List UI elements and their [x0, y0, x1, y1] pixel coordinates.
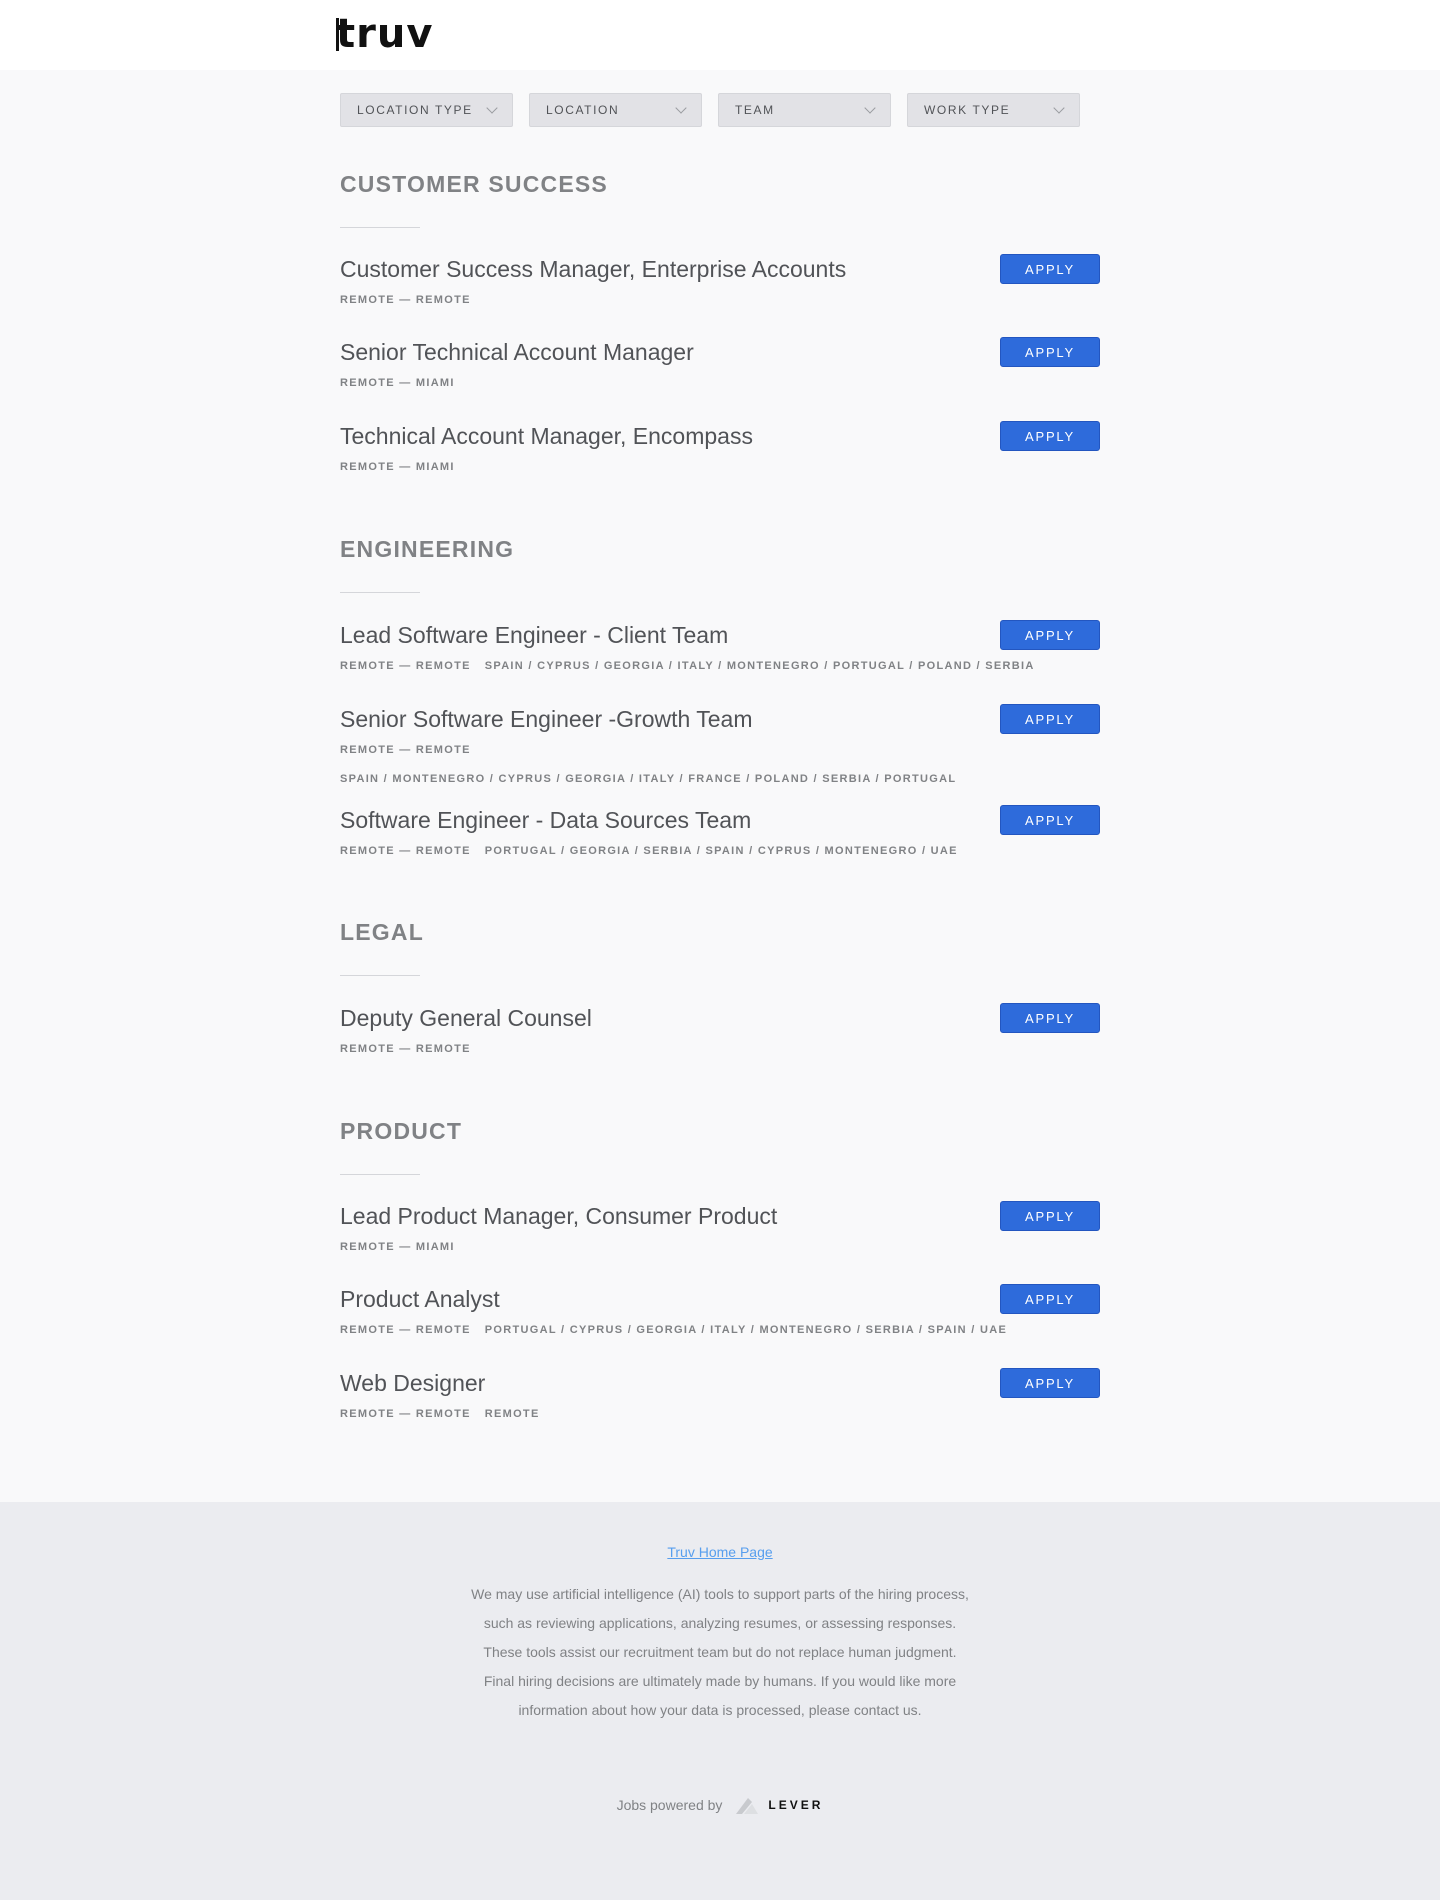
apply-button[interactable]: APPLY: [1000, 337, 1100, 367]
apply-button[interactable]: APPLY: [1000, 1003, 1100, 1033]
posting-group-product: PRODUCT: [340, 1116, 1100, 1175]
chevron-down-icon: [1053, 102, 1065, 114]
filter-location-type[interactable]: LOCATION TYPE: [340, 93, 513, 127]
posting-title[interactable]: Software Engineer - Data Sources Team: [340, 805, 1100, 835]
group-title: CUSTOMER SUCCESS: [340, 171, 608, 197]
posting-title[interactable]: Web Designer: [340, 1368, 1100, 1398]
home-page-link-text[interactable]: Truv Home Page: [667, 1544, 772, 1560]
posting-commitment: REMOTE — REMOTE: [340, 1408, 471, 1420]
posting-commitment: REMOTE — MIAMI: [340, 377, 455, 389]
posting: Technical Account Manager, Encompass REM…: [340, 421, 1100, 473]
divider: [340, 1174, 420, 1175]
posting-commitment: REMOTE — REMOTE: [340, 1324, 471, 1336]
apply-button[interactable]: APPLY: [1000, 805, 1100, 835]
posting-meta: REMOTE — REMOTE: [340, 1043, 471, 1055]
apply-button[interactable]: APPLY: [1000, 704, 1100, 734]
posting-commitment: REMOTE — MIAMI: [340, 1241, 455, 1253]
posting-meta: REMOTE — REMOTE REMOTE: [340, 1408, 540, 1420]
divider: [340, 227, 420, 228]
posting: Customer Success Manager, Enterprise Acc…: [340, 254, 1100, 306]
lever-logo-icon: [734, 1794, 760, 1816]
chevron-down-icon: [675, 102, 687, 114]
posting-group-customer-success: CUSTOMER SUCCESS: [340, 169, 1100, 228]
apply-button[interactable]: APPLY: [1000, 421, 1100, 451]
filter-label: TEAM: [735, 103, 775, 117]
posting-title[interactable]: Lead Product Manager, Consumer Product: [340, 1201, 1100, 1231]
home-page-link: Truv Home Page: [0, 1544, 1440, 1560]
posting-meta: REMOTE — MIAMI: [340, 377, 455, 389]
posting-meta: SPAIN / MONTENEGRO / CYPRUS / GEORGIA / …: [340, 773, 956, 785]
posting-commitment: REMOTE — REMOTE: [340, 744, 471, 756]
posting-meta: REMOTE — MIAMI: [340, 461, 455, 473]
apply-button[interactable]: APPLY: [1000, 1368, 1100, 1398]
posting-title[interactable]: Lead Software Engineer - Client Team: [340, 620, 1100, 650]
posting-commitment: REMOTE — REMOTE: [340, 294, 471, 306]
posting-meta: REMOTE — REMOTE: [340, 744, 471, 756]
posting: Lead Product Manager, Consumer Product R…: [340, 1201, 1100, 1253]
posting-group-legal: LEGAL: [340, 917, 1100, 976]
apply-button[interactable]: APPLY: [1000, 254, 1100, 284]
posting: Senior Technical Account Manager REMOTE …: [340, 337, 1100, 389]
posting-title[interactable]: Senior Technical Account Manager: [340, 337, 1100, 367]
posting-locations: PORTUGAL / CYPRUS / GEORGIA / ITALY / MO…: [484, 1324, 1008, 1336]
posting-title[interactable]: Product Analyst: [340, 1284, 1100, 1314]
group-title: ENGINEERING: [340, 536, 515, 562]
lever-wordmark: LEVER: [768, 1798, 824, 1812]
posting-group-engineering: ENGINEERING: [340, 534, 1100, 593]
apply-button[interactable]: APPLY: [1000, 1284, 1100, 1314]
filter-work-type[interactable]: WORK TYPE: [907, 93, 1080, 127]
site-footer: Truv Home Page We may use artificial int…: [0, 1502, 1440, 1900]
powered-by[interactable]: Jobs powered by LEVER: [0, 1794, 1440, 1816]
filter-label: WORK TYPE: [924, 103, 1011, 117]
posting-title[interactable]: Technical Account Manager, Encompass: [340, 421, 1100, 451]
posting-meta: REMOTE — REMOTE PORTUGAL / GEORGIA / SERB…: [340, 845, 958, 857]
group-title: LEGAL: [340, 919, 424, 945]
apply-button[interactable]: APPLY: [1000, 1201, 1100, 1231]
posting-locations: SPAIN / MONTENEGRO / CYPRUS / GEORGIA / …: [340, 773, 957, 785]
filter-location[interactable]: LOCATION: [529, 93, 702, 127]
posting: Web Designer REMOTE — REMOTE REMOTE APPLY: [340, 1368, 1100, 1420]
posting-commitment: REMOTE — MIAMI: [340, 461, 455, 473]
chevron-down-icon: [864, 102, 876, 114]
apply-button[interactable]: APPLY: [1000, 620, 1100, 650]
posting: Senior Software Engineer -Growth Team RE…: [340, 704, 1100, 785]
divider: [340, 975, 420, 976]
posting-meta: REMOTE — MIAMI: [340, 1241, 455, 1253]
filter-label: LOCATION: [546, 103, 620, 117]
posting-meta: REMOTE — REMOTE SPAIN / CYPRUS / GEORGIA …: [340, 660, 1035, 672]
posting: Software Engineer - Data Sources Team RE…: [340, 805, 1100, 857]
posting-title[interactable]: Customer Success Manager, Enterprise Acc…: [340, 254, 1100, 284]
posting: Lead Software Engineer - Client Team REM…: [340, 620, 1100, 672]
posting-title[interactable]: Deputy General Counsel: [340, 1003, 1100, 1033]
ai-disclaimer: We may use artificial intelligence (AI) …: [471, 1586, 969, 1718]
posting-commitment: REMOTE — REMOTE: [340, 845, 471, 857]
group-title: PRODUCT: [340, 1118, 463, 1144]
posting-title[interactable]: Senior Software Engineer -Growth Team: [340, 704, 1100, 734]
filter-team[interactable]: TEAM: [718, 93, 891, 127]
filter-bar: LOCATION TYPE LOCATION TEAM WORK TYPE: [340, 93, 1080, 127]
filter-label: LOCATION TYPE: [357, 103, 473, 117]
site-header: truv: [0, 0, 1440, 70]
posting-meta: REMOTE — REMOTE: [340, 294, 471, 306]
posting-locations: PORTUGAL / GEORGIA / SERBIA / SPAIN / CY…: [484, 845, 958, 857]
chevron-down-icon: [486, 102, 498, 114]
posting-commitment: REMOTE — REMOTE: [340, 1043, 471, 1055]
divider: [340, 592, 420, 593]
posting-locations: SPAIN / CYPRUS / GEORGIA / ITALY / MONTE…: [484, 660, 1035, 672]
company-logo[interactable]: truv: [336, 10, 433, 58]
posting-locations: REMOTE: [484, 1408, 540, 1420]
powered-by-text: Jobs powered by: [616, 1797, 723, 1813]
posting: Deputy General Counsel REMOTE — REMOTE A…: [340, 1003, 1100, 1055]
posting-commitment: REMOTE — REMOTE: [340, 660, 471, 672]
posting: Product Analyst REMOTE — REMOTE PORTUGAL …: [340, 1284, 1100, 1336]
posting-meta: REMOTE — REMOTE PORTUGAL / CYPRUS / GEORG…: [340, 1324, 1007, 1336]
